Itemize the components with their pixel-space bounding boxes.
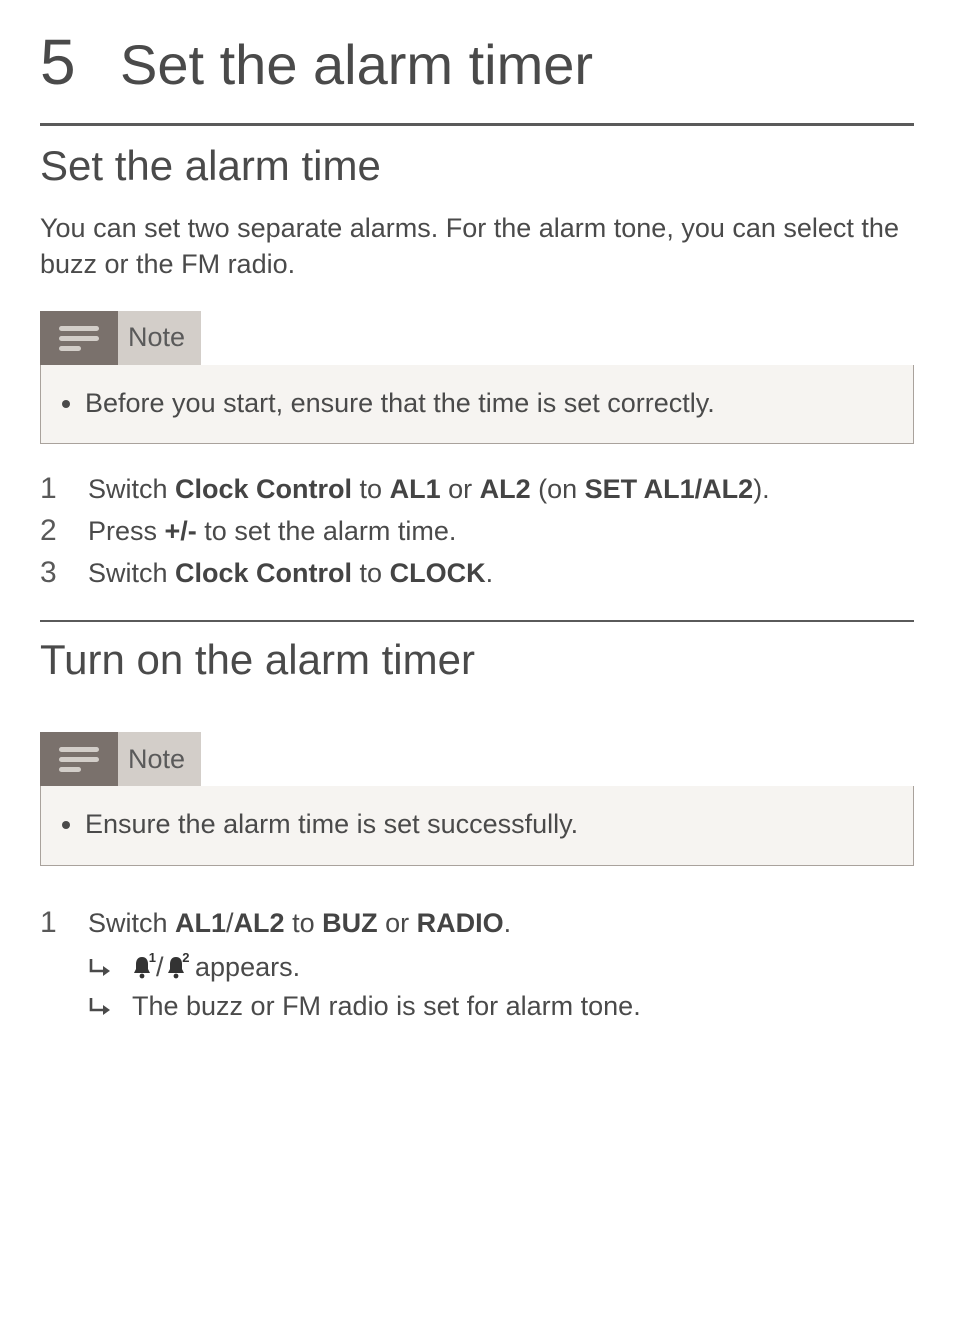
step-item: 1 Switch AL1/AL2 to BUZ or RADIO. — [40, 902, 914, 944]
result-arrow-icon — [88, 987, 132, 1026]
step-text: Switch Clock Control to CLOCK. — [88, 555, 914, 593]
step-item: 3 Switch Clock Control to CLOCK. — [40, 552, 914, 594]
note-item: Ensure the alarm time is set successfull… — [85, 806, 891, 842]
step-number: 1 — [40, 468, 88, 510]
steps-list: 1 Switch AL1/AL2 to BUZ or RADIO. — [40, 902, 914, 944]
step-item: 2 Press +/- to set the alarm time. — [40, 510, 914, 552]
note-label: Note — [118, 311, 201, 365]
result-text: The buzz or FM radio is set for alarm to… — [132, 987, 914, 1026]
divider — [40, 620, 914, 622]
note-body: Ensure the alarm time is set successfull… — [40, 786, 914, 865]
step-number: 3 — [40, 552, 88, 594]
step-text: Switch Clock Control to AL1 or AL2 (on S… — [88, 471, 914, 509]
chapter-title: Set the alarm timer — [120, 36, 593, 95]
note-icon — [40, 311, 118, 365]
result-arrow-icon — [88, 948, 132, 987]
divider — [40, 123, 914, 126]
note-header: Note — [40, 732, 914, 786]
note-block: Note Ensure the alarm time is set succes… — [40, 732, 914, 865]
alarm2-bell-icon: 2 — [166, 952, 186, 976]
result-item: The buzz or FM radio is set for alarm to… — [88, 987, 914, 1026]
chapter-heading: 5 Set the alarm timer — [40, 30, 914, 95]
note-item: Before you start, ensure that the time i… — [85, 385, 891, 421]
section-heading: Turn on the alarm timer — [40, 636, 914, 684]
step-text: Press +/- to set the alarm time. — [88, 513, 914, 551]
note-header: Note — [40, 311, 914, 365]
note-body: Before you start, ensure that the time i… — [40, 365, 914, 444]
section-heading: Set the alarm time — [40, 142, 914, 190]
step-text: Switch AL1/AL2 to BUZ or RADIO. — [88, 905, 914, 943]
alarm1-bell-icon: 1 — [132, 952, 152, 976]
note-icon — [40, 732, 118, 786]
steps-list: 1 Switch Clock Control to AL1 or AL2 (on… — [40, 468, 914, 594]
step-number: 1 — [40, 902, 88, 944]
manual-page: 5 Set the alarm timer Set the alarm time… — [0, 0, 954, 1116]
chapter-number: 5 — [40, 30, 120, 94]
result-text: 1 / 2 appears. — [132, 948, 914, 987]
step-item: 1 Switch Clock Control to AL1 or AL2 (on… — [40, 468, 914, 510]
note-label: Note — [118, 732, 201, 786]
note-block: Note Before you start, ensure that the t… — [40, 311, 914, 444]
step-number: 2 — [40, 510, 88, 552]
intro-paragraph: You can set two separate alarms. For the… — [40, 210, 914, 283]
result-list: 1 / 2 appears. — [88, 948, 914, 1026]
result-item: 1 / 2 appears. — [88, 948, 914, 987]
